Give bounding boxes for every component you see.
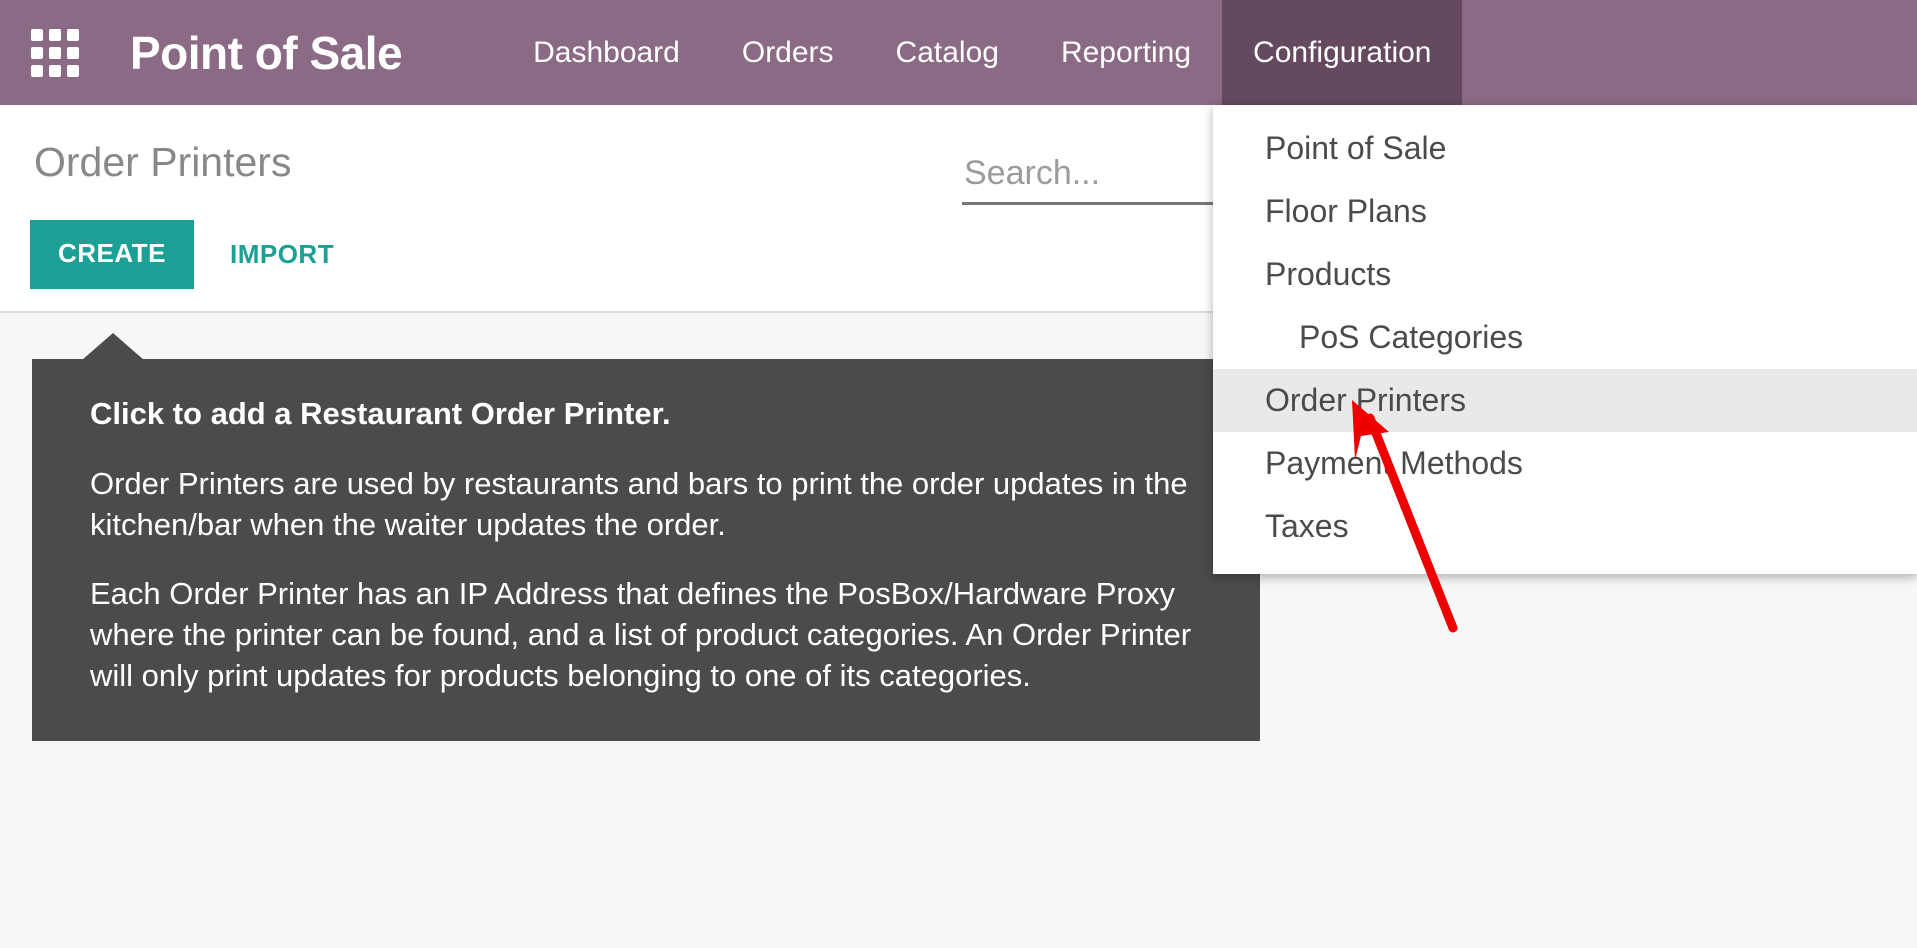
nav-item-configuration[interactable]: Configuration bbox=[1222, 0, 1463, 105]
menu-item-point-of-sale[interactable]: Point of Sale bbox=[1213, 117, 1917, 180]
help-panel-pointer-arrow bbox=[82, 333, 144, 360]
menu-item-products[interactable]: Products bbox=[1213, 243, 1917, 306]
help-panel-title: Click to add a Restaurant Order Printer. bbox=[90, 396, 671, 431]
top-navigation-bar: Point of Sale Dashboard Orders Catalog R… bbox=[0, 0, 1917, 105]
apps-grid-dot bbox=[31, 46, 43, 59]
action-button-row: CREATE IMPORT bbox=[30, 220, 334, 289]
nav-item-catalog[interactable]: Catalog bbox=[865, 0, 1030, 105]
apps-grid-dot bbox=[67, 28, 79, 41]
help-panel-paragraph-1: Order Printers are used by restaurants a… bbox=[90, 466, 1188, 543]
menu-item-pos-categories[interactable]: PoS Categories bbox=[1213, 306, 1917, 369]
apps-grid-dot bbox=[49, 46, 61, 59]
main-menu: Dashboard Orders Catalog Reporting Confi… bbox=[502, 0, 1463, 105]
apps-grid-dot bbox=[67, 64, 79, 77]
pos-application-window: Point of Sale Dashboard Orders Catalog R… bbox=[0, 0, 1917, 948]
nav-item-reporting[interactable]: Reporting bbox=[1030, 0, 1222, 105]
help-panel-paragraph-2: Each Order Printer has an IP Address tha… bbox=[90, 576, 1192, 693]
page-title: Order Printers bbox=[34, 139, 292, 185]
apps-grid-dot bbox=[31, 64, 43, 77]
apps-grid-dot bbox=[49, 64, 61, 77]
apps-grid-dot bbox=[67, 46, 79, 59]
apps-grid-dot bbox=[31, 28, 43, 41]
nav-item-orders[interactable]: Orders bbox=[711, 0, 865, 105]
configuration-dropdown-menu: Point of Sale Floor Plans Products PoS C… bbox=[1213, 105, 1917, 574]
apps-grid-icon[interactable] bbox=[28, 26, 82, 80]
menu-item-order-printers[interactable]: Order Printers bbox=[1213, 369, 1917, 432]
import-button[interactable]: IMPORT bbox=[230, 239, 334, 270]
create-button[interactable]: CREATE bbox=[30, 220, 194, 289]
menu-item-floor-plans[interactable]: Floor Plans bbox=[1213, 180, 1917, 243]
menu-item-payment-methods[interactable]: Payment Methods bbox=[1213, 432, 1917, 495]
app-brand-title: Point of Sale bbox=[130, 26, 403, 79]
apps-grid-dot bbox=[49, 28, 61, 41]
help-panel: Click to add a Restaurant Order Printer.… bbox=[32, 333, 1260, 741]
menu-item-taxes[interactable]: Taxes bbox=[1213, 495, 1917, 558]
nav-item-dashboard[interactable]: Dashboard bbox=[502, 0, 711, 105]
